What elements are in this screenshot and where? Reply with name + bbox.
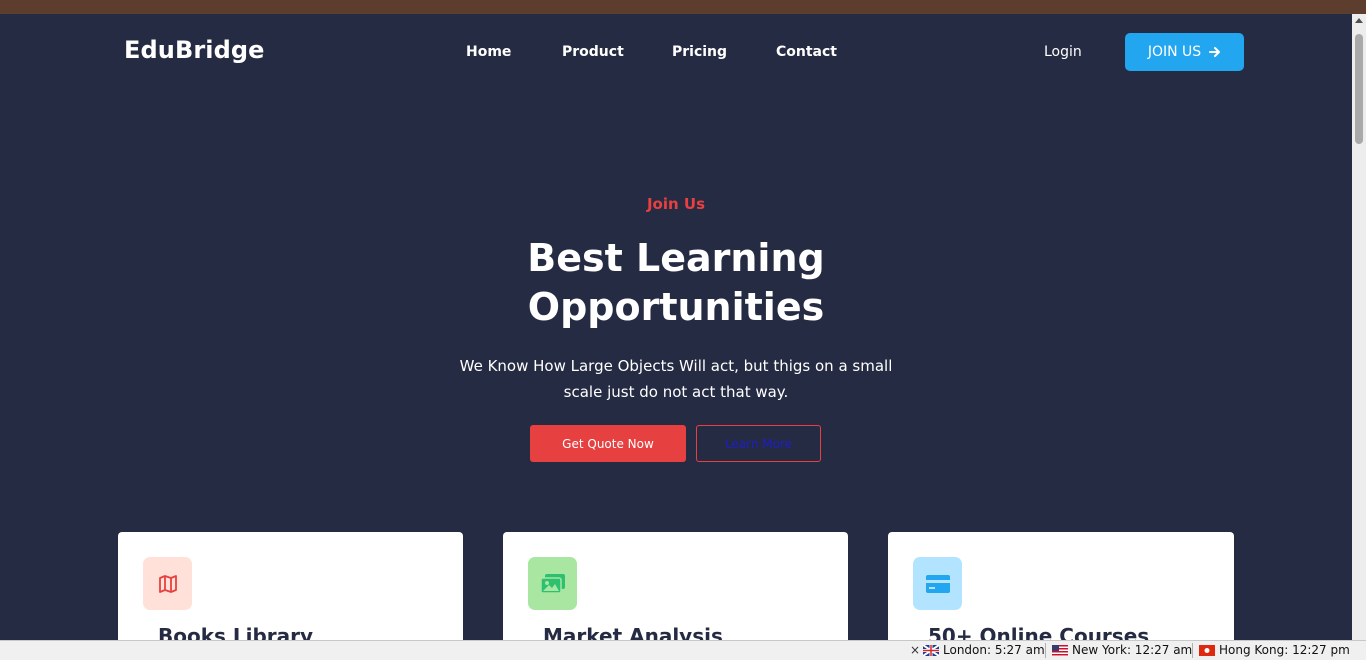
nav-link-contact[interactable]: Contact xyxy=(776,44,837,60)
nav-link-home[interactable]: Home xyxy=(466,44,511,60)
image-icon xyxy=(539,573,565,594)
hero-eyebrow: Join Us xyxy=(646,195,706,213)
card-title: Market Analysis xyxy=(543,624,723,640)
feature-card-market: Market Analysis xyxy=(503,532,848,640)
card-title: Books Library xyxy=(158,624,314,640)
world-clock-bar: × London: 5:27 am New York: 12:27 am Hon… xyxy=(0,640,1366,660)
join-us-button[interactable]: JOIN US xyxy=(1125,33,1244,71)
browser-bookmarks-strip xyxy=(0,0,1366,14)
hero-description: We Know How Large Objects Will act, but … xyxy=(459,357,893,401)
get-quote-button[interactable]: Get Quote Now xyxy=(530,425,686,462)
login-link[interactable]: Login xyxy=(1044,44,1082,60)
page-scrollbar[interactable] xyxy=(1352,14,1366,640)
card-icon-box xyxy=(528,557,577,610)
join-us-label: JOIN US xyxy=(1147,44,1202,60)
nav-link-product[interactable]: Product xyxy=(562,44,624,60)
hero-title-line-1: Best Learning xyxy=(527,236,825,280)
brand-logo[interactable]: EduBridge xyxy=(124,36,265,64)
feature-card-books: Books Library xyxy=(118,532,463,640)
arrow-right-icon xyxy=(1209,47,1221,57)
clock-label: Hong Kong: 12:27 pm xyxy=(1219,643,1350,657)
card-icon-box xyxy=(913,557,962,610)
hk-flag-icon xyxy=(1199,644,1215,656)
nav-link-pricing[interactable]: Pricing xyxy=(672,44,727,60)
close-icon[interactable]: × xyxy=(910,643,920,657)
landing-page: EduBridge Home Product Pricing Contact L… xyxy=(0,14,1352,640)
card-icon-box xyxy=(143,557,192,610)
uk-flag-icon xyxy=(923,644,939,656)
hero-title: Best Learning Opportunities xyxy=(426,234,926,332)
clock-london: London: 5:27 am xyxy=(923,643,1045,657)
scroll-up-icon[interactable] xyxy=(1355,18,1363,23)
us-flag-icon xyxy=(1052,644,1068,656)
learn-more-button[interactable]: Learn More xyxy=(696,425,821,462)
hero-title-line-2: Opportunities xyxy=(527,285,825,329)
clock-new-york: New York: 12:27 am xyxy=(1052,643,1192,657)
scrollbar-thumb[interactable] xyxy=(1355,34,1363,144)
clock-hong-kong: Hong Kong: 12:27 pm xyxy=(1199,643,1350,657)
clock-label: London: 5:27 am xyxy=(943,643,1045,657)
clock-label: New York: 12:27 am xyxy=(1072,643,1193,657)
feature-card-courses: 50+ Online Courses xyxy=(888,532,1234,640)
map-icon xyxy=(158,574,177,593)
card-title: 50+ Online Courses xyxy=(928,624,1150,640)
credit-card-icon xyxy=(925,574,950,593)
divider xyxy=(1045,643,1046,658)
divider xyxy=(1192,643,1193,658)
